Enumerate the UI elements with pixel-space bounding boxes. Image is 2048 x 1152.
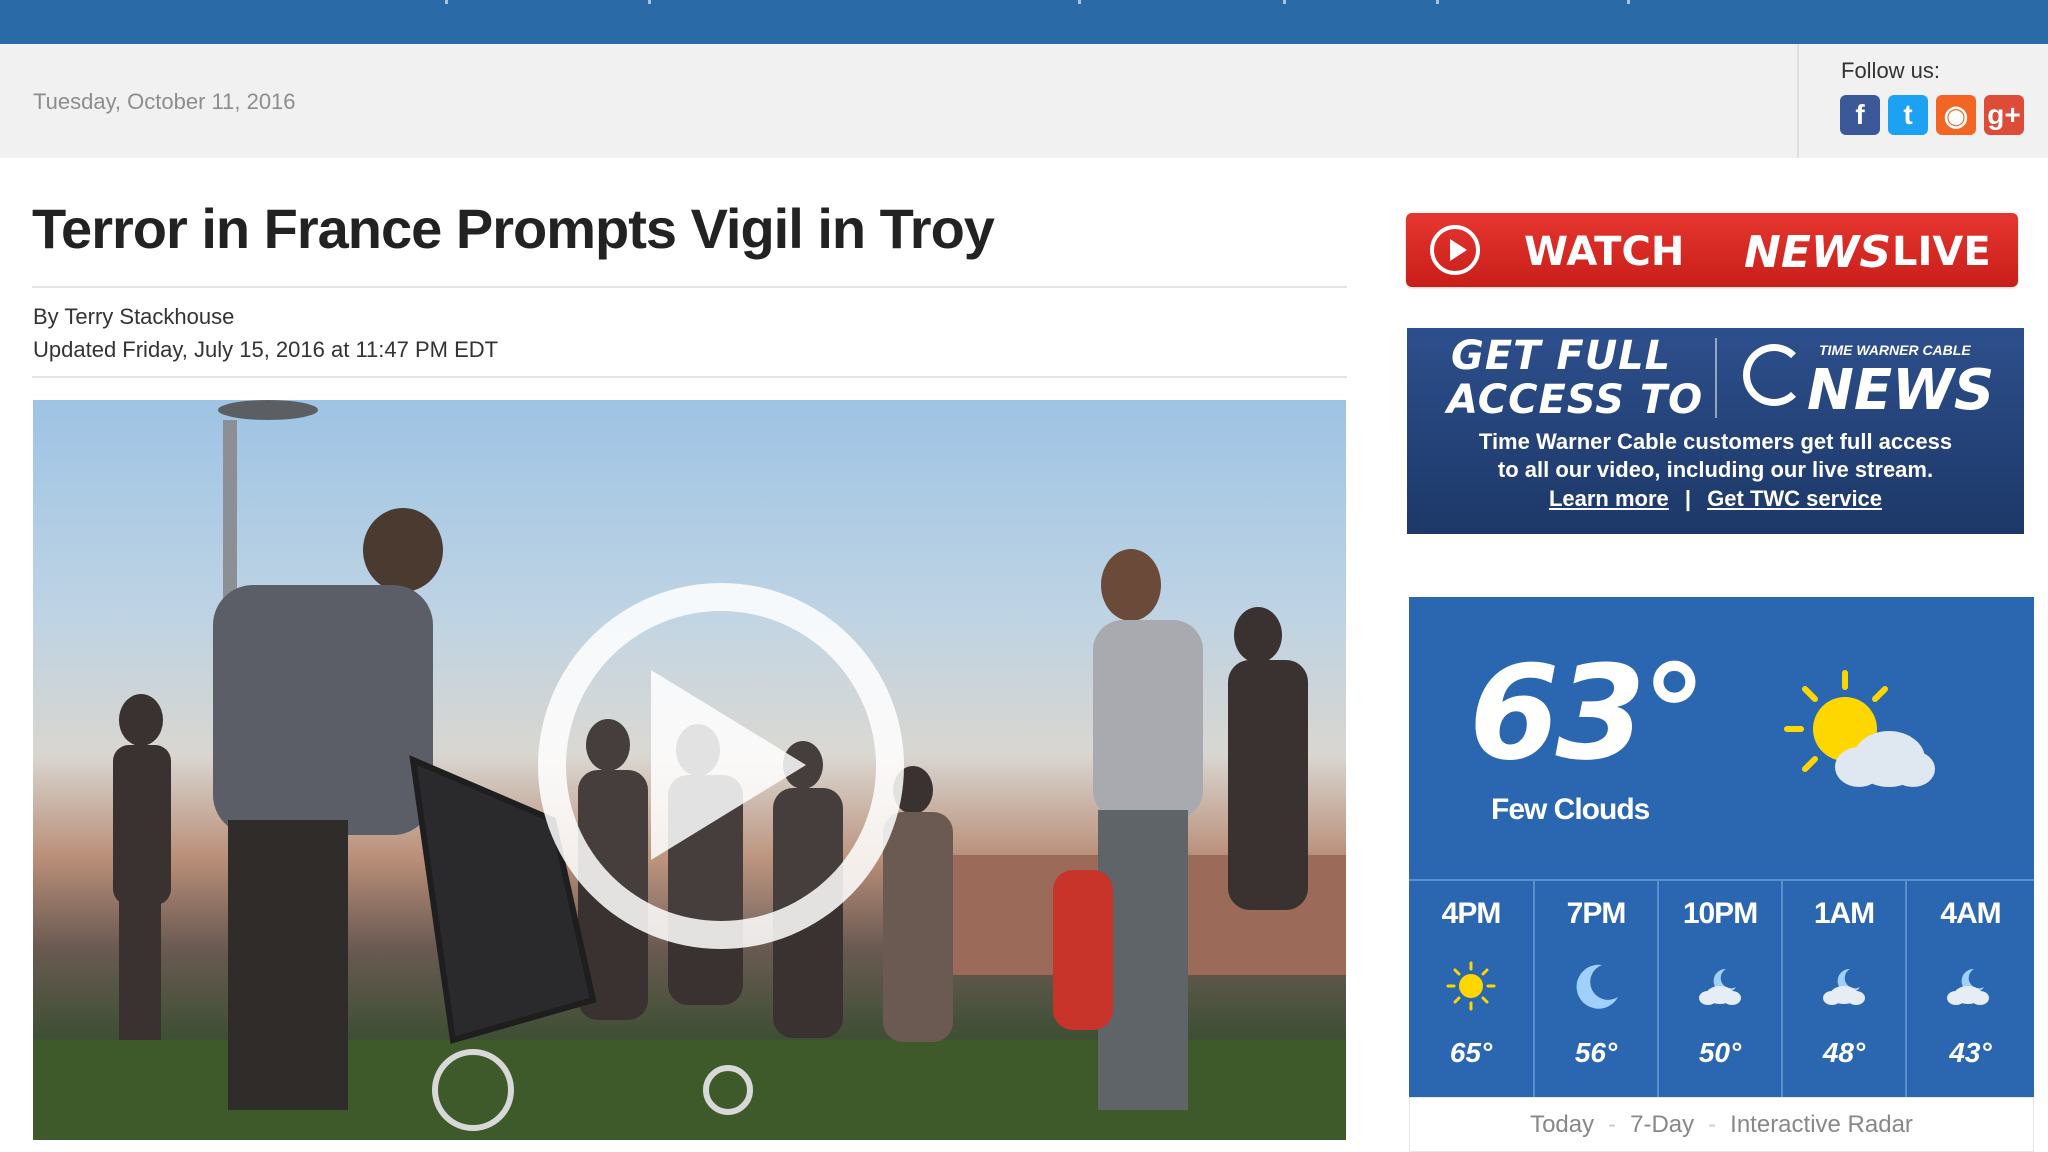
divider: [1797, 44, 1799, 158]
promo-links: Learn more | Get TWC service: [1407, 486, 2024, 512]
article-updated-timestamp: Updated Friday, July 15, 2016 at 11:47 P…: [33, 337, 499, 362]
partly-cloudy-icon: [1784, 670, 1935, 787]
news-logo: NEWS: [1807, 358, 1995, 423]
learn-more-link[interactable]: Learn more: [1549, 486, 1669, 511]
forecast-hour: 7PM 56°: [1533, 881, 1657, 1099]
forecast-temp: 48°: [1822, 1037, 1866, 1068]
tab-today[interactable]: Today: [1530, 1111, 1594, 1139]
promo-body-line1: Time Warner Cable customers get full acc…: [1478, 429, 1953, 454]
twitter-icon[interactable]: t: [1888, 95, 1928, 135]
video-player[interactable]: [33, 400, 1346, 1140]
get-twc-service-link[interactable]: Get TWC service: [1707, 486, 1882, 511]
date-follow-strip: Tuesday, October 11, 2016 Follow us: f t…: [0, 44, 2048, 158]
forecast-time: 10PM: [1682, 897, 1758, 930]
cloud-moon-icon: [1947, 968, 1989, 1005]
play-circle-icon: [1430, 225, 1480, 275]
sun-icon: [1446, 961, 1496, 1011]
tab-interactive-radar[interactable]: Interactive Radar: [1730, 1111, 1913, 1139]
cloud-moon-icon: [1823, 968, 1865, 1005]
forecast-hour: 1AM 48°: [1781, 881, 1905, 1099]
live-label: LIVE: [1892, 229, 1991, 275]
promo-body: Time Warner Cable customers get full acc…: [1407, 428, 2024, 484]
divider: [32, 376, 1347, 378]
moon-icon: [1576, 964, 1618, 1009]
weather-tabs: Today - 7-Day - Interactive Radar: [1409, 1097, 2034, 1152]
play-icon[interactable]: [651, 670, 806, 860]
promo-body-line2: to all our video, including our live str…: [1497, 457, 1934, 482]
nav-divider: [445, 0, 448, 4]
forecast-time: 1AM: [1813, 897, 1875, 930]
divider: [32, 286, 1347, 288]
twc-access-promo-banner[interactable]: GET FULL ACCESS TO TIME WARNER CABLE NEW…: [1407, 328, 2024, 534]
divider: [1715, 338, 1717, 418]
forecast-hour: 10PM 50°: [1657, 881, 1781, 1099]
current-date: Tuesday, October 11, 2016: [33, 89, 296, 114]
forecast-temp: 65°: [1449, 1037, 1493, 1068]
news-logo: NEWS: [1744, 227, 1892, 278]
current-temperature: 63°: [1469, 637, 1707, 789]
nav-divider: [648, 0, 651, 4]
rss-icon[interactable]: ◉: [1936, 95, 1976, 135]
weather-widget[interactable]: 63° Few Clouds 4PM 65° 7PM 56° 10PM 50° …: [1409, 597, 2034, 1099]
forecast-time: 4PM: [1441, 897, 1502, 930]
tab-separator: -: [1608, 1110, 1617, 1138]
cloud-moon-icon: [1699, 968, 1741, 1005]
hourly-forecast: 4PM 65° 7PM 56° 10PM 50° 1AM 48° 4AM 43°: [1409, 879, 2034, 1099]
nav-divider: [1283, 0, 1286, 4]
forecast-hour: 4PM 65°: [1409, 881, 1533, 1099]
forecast-time: 4AM: [1940, 897, 2001, 930]
promo-heading-line1: GET FULL: [1451, 333, 1672, 379]
nav-divider: [1078, 0, 1081, 4]
brand-small-label: TIME WARNER CABLE: [1819, 342, 1971, 358]
watch-label: WATCH: [1524, 229, 1685, 275]
page: Tuesday, October 11, 2016 Follow us: f t…: [0, 0, 2048, 1152]
forecast-hour: 4AM 43°: [1905, 881, 2034, 1099]
google-plus-icon[interactable]: g+: [1984, 95, 2024, 135]
watch-live-button[interactable]: WATCH NEWS LIVE: [1406, 213, 2018, 287]
forecast-temp: 56°: [1574, 1037, 1618, 1068]
tab-separator: -: [1708, 1110, 1717, 1138]
tab-7-day[interactable]: 7-Day: [1630, 1111, 1694, 1139]
follow-us-label: Follow us:: [1841, 58, 1941, 83]
link-separator: |: [1684, 486, 1692, 511]
nav-divider: [1627, 0, 1630, 4]
nav-divider: [1436, 0, 1439, 4]
top-navigation-bar[interactable]: [0, 0, 2048, 44]
forecast-temp: 43°: [1949, 1037, 1992, 1068]
facebook-icon[interactable]: f: [1840, 95, 1880, 135]
forecast-time: 7PM: [1566, 897, 1627, 930]
article-headline: Terror in France Prompts Vigil in Troy: [32, 197, 995, 260]
current-condition: Few Clouds: [1491, 793, 1650, 826]
article-byline: By Terry Stackhouse: [33, 304, 235, 329]
forecast-temp: 50°: [1698, 1037, 1742, 1068]
twc-swirl-logo-icon: [1743, 344, 1805, 406]
promo-heading-line2: ACCESS TO: [1447, 377, 1704, 423]
